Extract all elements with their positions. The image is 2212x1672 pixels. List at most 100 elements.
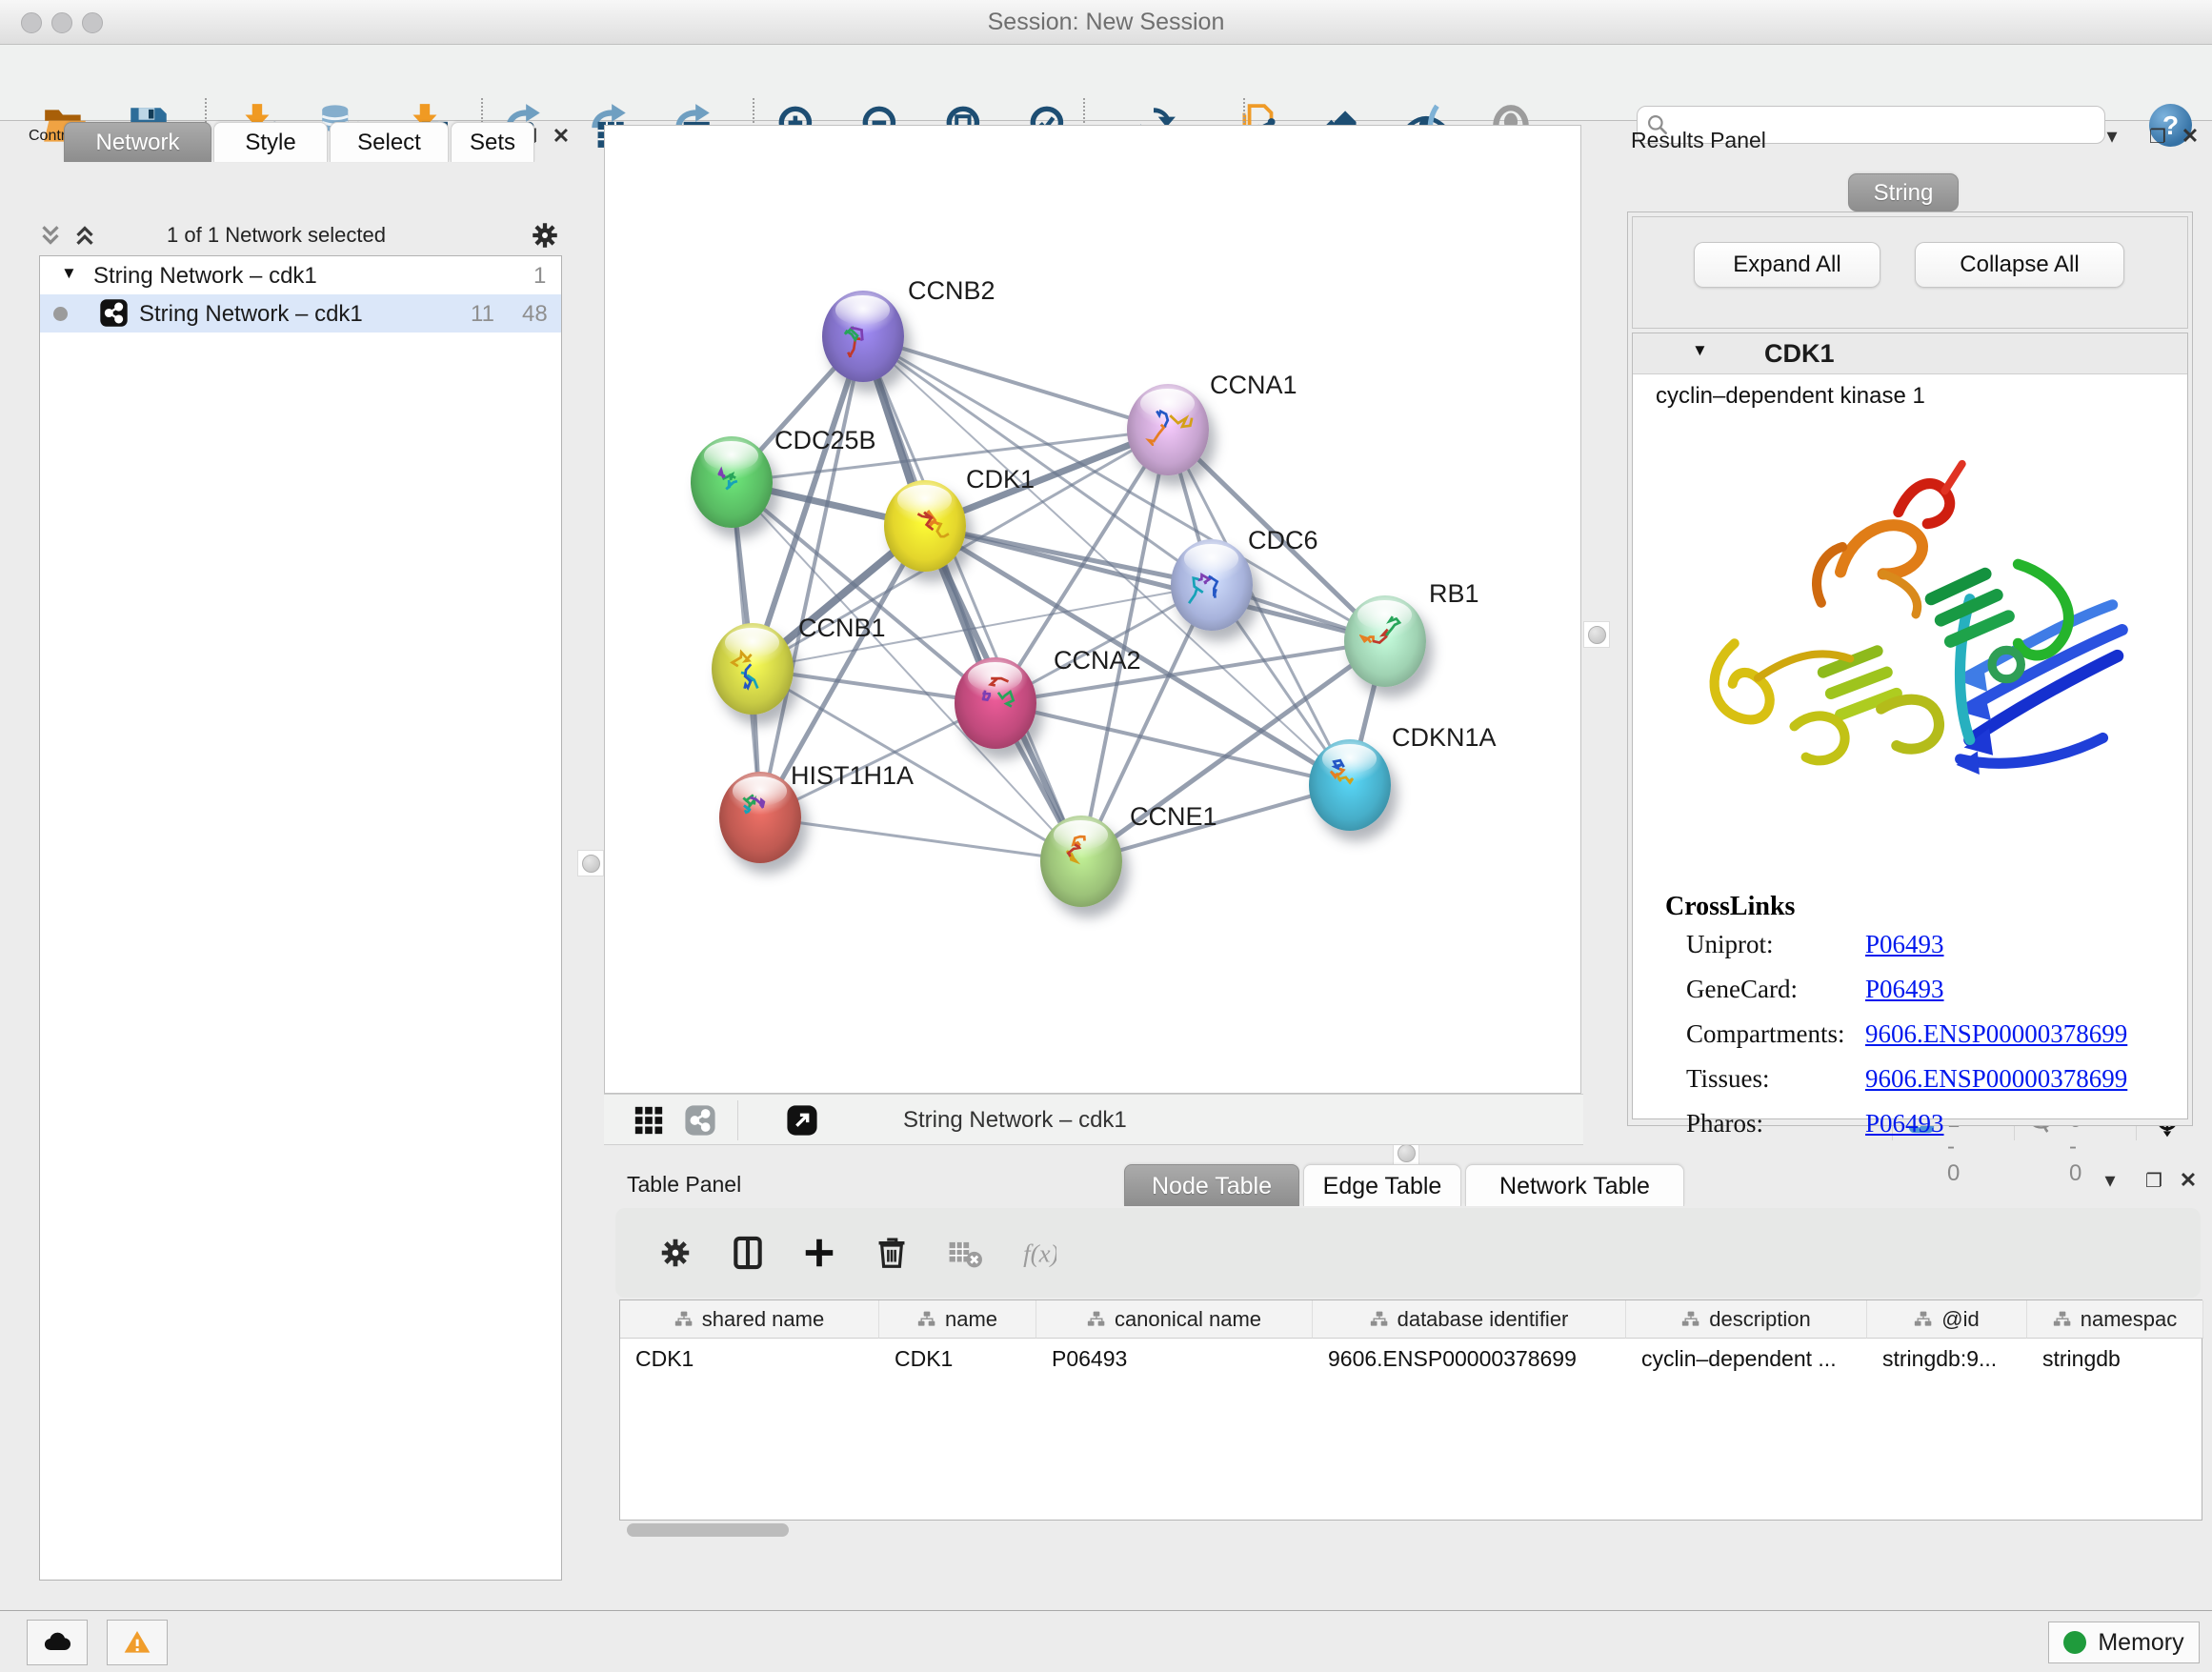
- network-collection-count: 1: [533, 263, 546, 290]
- column-type-icon: [917, 1310, 936, 1329]
- network-edge-count: 48: [522, 301, 548, 328]
- column-header-canonical-name[interactable]: canonical name: [1036, 1300, 1313, 1339]
- table-cell[interactable]: stringdb:9...: [1882, 1346, 2023, 1372]
- table-cell[interactable]: 9606.ENSP00000378699: [1328, 1346, 1622, 1372]
- add-column-button[interactable]: [801, 1235, 837, 1271]
- control-panel-close-button[interactable]: [547, 124, 575, 149]
- crosslink-value-link[interactable]: 9606.ENSP00000378699: [1865, 1019, 2127, 1049]
- protein-thumbnail-icon: [1056, 835, 1107, 884]
- network-node-CDK1[interactable]: [884, 480, 966, 572]
- warning-icon: [122, 1627, 152, 1658]
- results-panel-menu-button[interactable]: [2098, 124, 2126, 149]
- column-header-database-identifier[interactable]: database identifier: [1313, 1300, 1626, 1339]
- tab-edge-table[interactable]: Edge Table: [1303, 1164, 1461, 1206]
- network-node-CCNE1[interactable]: [1040, 816, 1122, 907]
- memory-button[interactable]: Memory: [2048, 1622, 2200, 1663]
- table-horizontal-scrollbar[interactable]: [619, 1522, 2202, 1538]
- tab-network-table[interactable]: Network Table: [1465, 1164, 1684, 1206]
- memory-label: Memory: [2098, 1629, 2183, 1657]
- network-node-HIST1H1A[interactable]: [719, 772, 801, 863]
- delete-column-button[interactable]: [874, 1235, 910, 1271]
- crosslink-value-link[interactable]: P06493: [1865, 1109, 1944, 1138]
- node-label-CDC25B: CDC25B: [774, 426, 876, 455]
- column-header--id[interactable]: @id: [1867, 1300, 2027, 1339]
- network-node-CDKN1A[interactable]: [1309, 739, 1391, 831]
- edge-CCNA2-CDKN1A[interactable]: [995, 703, 1350, 785]
- right-splitter-handle[interactable]: [1583, 621, 1610, 648]
- node-label-CCNA2: CCNA2: [1054, 646, 1141, 675]
- table-toolbar: f(x): [615, 1208, 2201, 1298]
- crosslink-value-link[interactable]: 9606.ENSP00000378699: [1865, 1064, 2127, 1094]
- network-node-CDC6[interactable]: [1171, 539, 1253, 631]
- network-node-RB1[interactable]: [1344, 595, 1426, 687]
- node-label-CCNB1: CCNB1: [798, 614, 886, 643]
- grid-view-icon[interactable]: [633, 1104, 665, 1137]
- tab-sets[interactable]: Sets: [451, 122, 534, 162]
- left-splitter-handle[interactable]: [577, 850, 604, 876]
- expand-all-networks-icon[interactable]: [70, 221, 99, 250]
- table-cell[interactable]: CDK1: [635, 1346, 875, 1372]
- detach-view-icon[interactable]: [786, 1104, 818, 1137]
- table-cell[interactable]: stringdb: [2042, 1346, 2200, 1372]
- column-header-shared-name[interactable]: shared name: [620, 1300, 879, 1339]
- network-node-CDC25B[interactable]: [691, 436, 773, 528]
- section-collapse-icon[interactable]: [1692, 341, 1708, 360]
- crosslink-row: Pharos:P06493: [1633, 1109, 2187, 1154]
- cloud-status-button[interactable]: [27, 1620, 88, 1665]
- close-button[interactable]: [21, 12, 42, 33]
- network-canvas[interactable]: CCNB2CCNA1CDC25BCDK1CDC6RB1CCNB1CCNA2CDK…: [604, 125, 1581, 1094]
- node-label-CDC6: CDC6: [1248, 526, 1318, 555]
- table-cell[interactable]: P06493: [1052, 1346, 1309, 1372]
- tab-node-table[interactable]: Node Table: [1124, 1164, 1299, 1206]
- minimize-button[interactable]: [51, 12, 72, 33]
- network-edges: [605, 126, 1582, 1095]
- tab-network[interactable]: Network: [64, 122, 211, 162]
- column-header-name[interactable]: name: [879, 1300, 1036, 1339]
- crosslinks-title: CrossLinks: [1665, 892, 1795, 922]
- table-panel-float-button[interactable]: [2140, 1168, 2168, 1193]
- network-row-selected[interactable]: String Network – cdk1 11 48: [40, 294, 561, 332]
- node-label-CDKN1A: CDKN1A: [1392, 723, 1497, 753]
- network-view-share-icon[interactable]: [684, 1104, 716, 1137]
- function-builder-button[interactable]: f(x): [1020, 1235, 1056, 1271]
- node-label-CCNB2: CCNB2: [908, 276, 995, 306]
- crosslink-row: Tissues:9606.ENSP00000378699: [1633, 1064, 2187, 1109]
- network-node-CCNB2[interactable]: [822, 291, 904, 382]
- scrollbar-thumb[interactable]: [627, 1523, 789, 1537]
- delete-table-button[interactable]: [948, 1235, 984, 1271]
- table-cell[interactable]: CDK1: [895, 1346, 1033, 1372]
- warnings-button[interactable]: [107, 1620, 168, 1665]
- crosslink-value-link[interactable]: P06493: [1865, 975, 1944, 1004]
- table-cell[interactable]: cyclin–dependent ...: [1641, 1346, 1863, 1372]
- network-list: String Network – cdk1 1 String Network –…: [39, 255, 562, 1581]
- collapse-all-button[interactable]: Collapse All: [1915, 242, 2124, 288]
- show-columns-button[interactable]: [730, 1235, 766, 1271]
- tab-string[interactable]: String: [1848, 173, 1959, 212]
- network-node-CCNB1[interactable]: [712, 623, 794, 715]
- tab-select[interactable]: Select: [330, 122, 449, 162]
- protein-section-header[interactable]: CDK1: [1633, 333, 2187, 374]
- expand-all-button[interactable]: Expand All: [1694, 242, 1880, 288]
- edge-HIST1H1A-CCNE1[interactable]: [760, 817, 1081, 861]
- table-gear-button[interactable]: [657, 1235, 694, 1271]
- network-node-CCNA1[interactable]: [1127, 384, 1209, 475]
- collapse-all-networks-icon[interactable]: [36, 221, 65, 250]
- crosslink-value-link[interactable]: P06493: [1865, 930, 1944, 959]
- tab-style[interactable]: Style: [213, 122, 328, 162]
- table-panel-close-button[interactable]: [2174, 1168, 2202, 1193]
- protein-name: CDK1: [1764, 339, 1835, 369]
- node-table[interactable]: shared nameCDK1nameCDK1canonical nameP06…: [619, 1299, 2202, 1521]
- edge-CCNB2-CCNA1[interactable]: [863, 336, 1168, 430]
- network-options-gear-icon[interactable]: [529, 219, 561, 252]
- collection-expander-icon[interactable]: [61, 264, 77, 283]
- zoom-button[interactable]: [82, 12, 103, 33]
- table-panel-menu-button[interactable]: [2096, 1168, 2124, 1193]
- network-collection-row[interactable]: String Network – cdk1 1: [40, 256, 561, 294]
- protein-thumbnail-icon: [1142, 403, 1194, 453]
- column-header-description[interactable]: description: [1626, 1300, 1867, 1339]
- column-header-namespac[interactable]: namespac: [2027, 1300, 2203, 1339]
- network-node-CCNA2[interactable]: [955, 657, 1036, 749]
- results-panel-close-button[interactable]: [2176, 124, 2204, 149]
- protein-thumbnail-icon: [1186, 558, 1237, 608]
- results-panel-float-button[interactable]: [2143, 124, 2172, 149]
